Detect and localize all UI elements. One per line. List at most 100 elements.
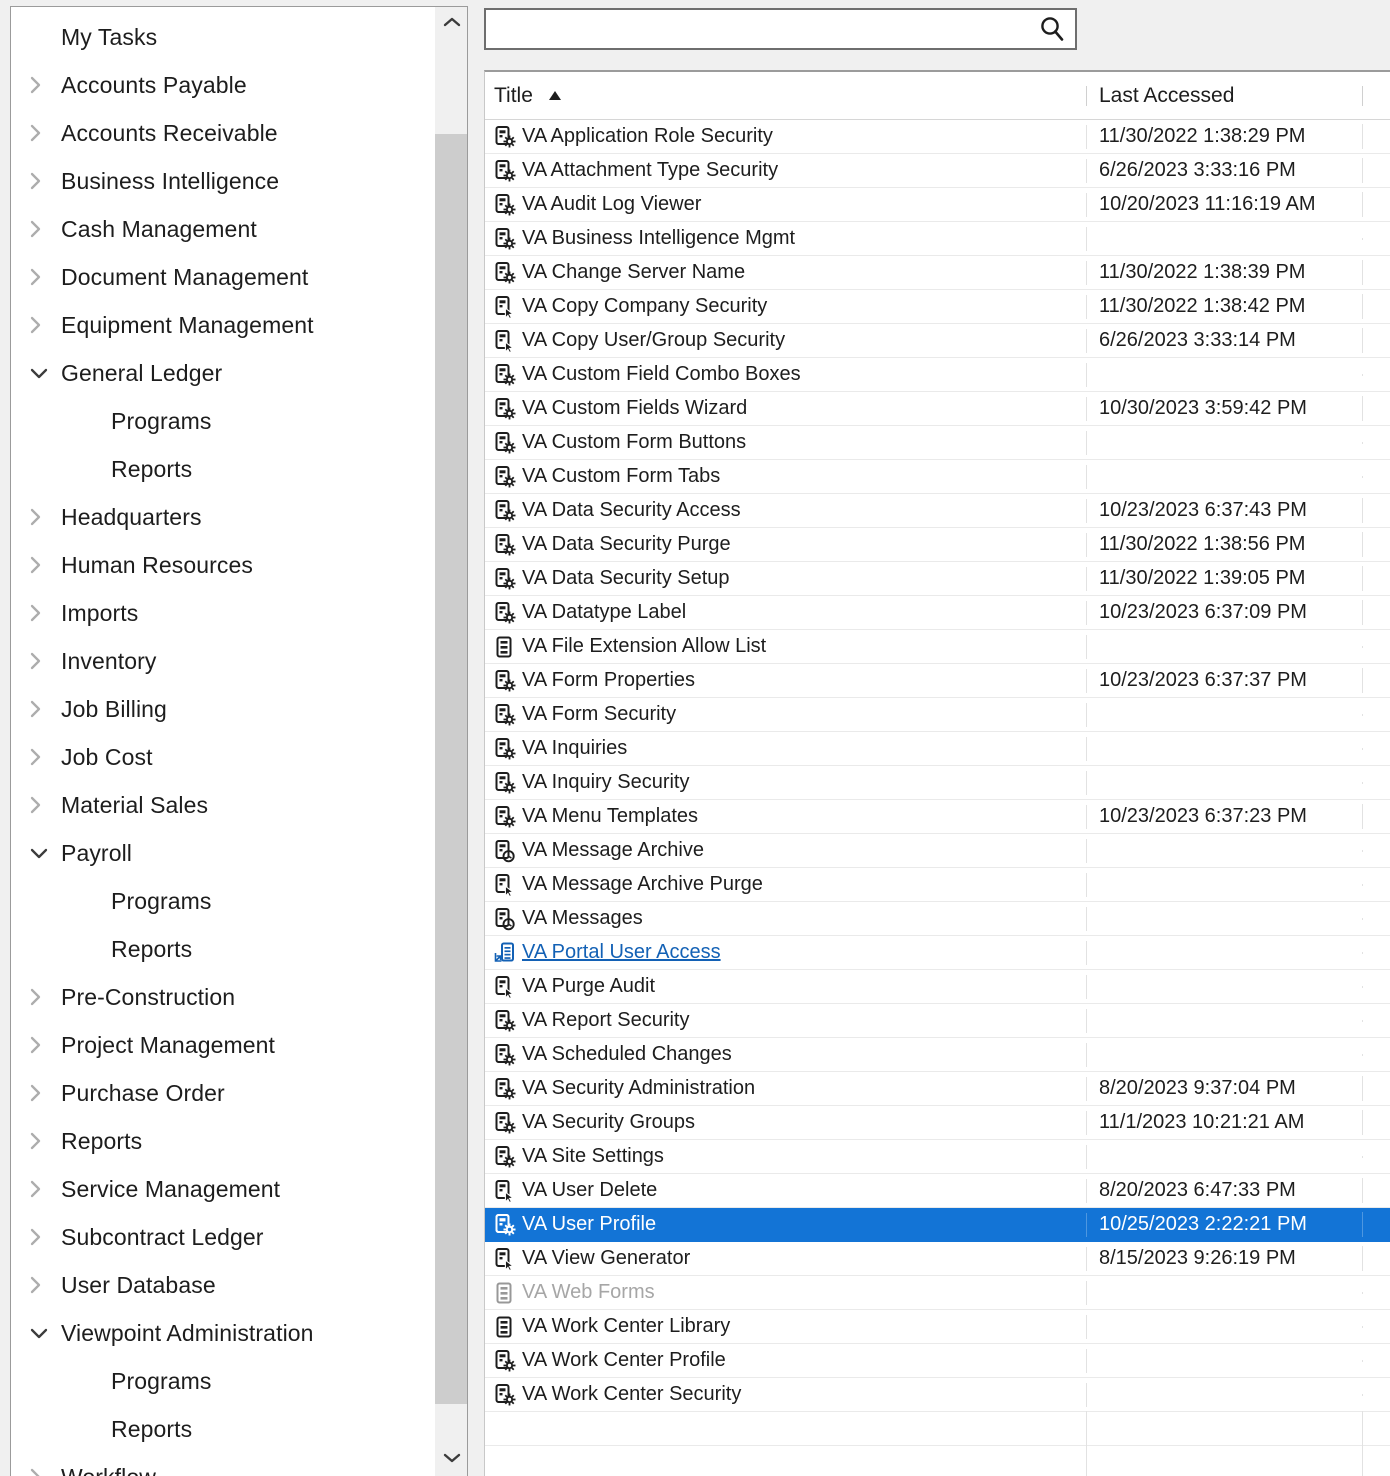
table-row[interactable]: VA Inquiries (485, 732, 1390, 766)
cell-title[interactable]: VA Data Security Access (485, 498, 1087, 523)
sidebar-item-inventory[interactable]: Inventory (11, 637, 435, 685)
cell-title[interactable]: VA Application Role Security (485, 124, 1087, 149)
sidebar-item-user-database[interactable]: User Database (11, 1261, 435, 1309)
chevron-right-icon[interactable] (29, 651, 61, 671)
grid-body[interactable]: VA Application Role Security 11/30/2022 1… (485, 120, 1390, 1412)
table-row[interactable]: VA Site Settings (485, 1140, 1390, 1174)
sidebar-item-viewpoint-administration[interactable]: Viewpoint Administration (11, 1309, 435, 1357)
chevron-right-icon[interactable] (29, 267, 61, 287)
chevron-down-icon[interactable] (29, 846, 61, 860)
cell-title[interactable]: VA Inquiry Security (485, 770, 1087, 795)
sidebar-item-document-management[interactable]: Document Management (11, 253, 435, 301)
sidebar-item-human-resources[interactable]: Human Resources (11, 541, 435, 589)
chevron-right-icon[interactable] (29, 123, 61, 143)
table-row[interactable]: VA Attachment Type Security 6/26/2023 3:3… (485, 154, 1390, 188)
cell-title[interactable]: VA Custom Form Buttons (485, 430, 1087, 455)
sidebar-item-reports[interactable]: Reports (11, 1117, 435, 1165)
cell-title[interactable]: VA Work Center Security (485, 1382, 1087, 1407)
search-icon[interactable] (1029, 10, 1075, 48)
table-row[interactable]: VA Purge Audit (485, 970, 1390, 1004)
cell-title[interactable]: VA Data Security Setup (485, 566, 1087, 591)
chevron-right-icon[interactable] (29, 987, 61, 1007)
cell-title[interactable]: VA Form Security (485, 702, 1087, 727)
cell-title[interactable]: VA User Delete (485, 1178, 1087, 1203)
table-row[interactable]: VA Security Groups 11/1/2023 10:21:21 AM (485, 1106, 1390, 1140)
cell-title[interactable]: VA Custom Field Combo Boxes (485, 362, 1087, 387)
cell-title[interactable]: VA User Profile (485, 1212, 1087, 1237)
sidebar-item-job-billing[interactable]: Job Billing (11, 685, 435, 733)
chevron-down-icon[interactable] (29, 1326, 61, 1340)
sidebar-item-list[interactable]: My Tasks Accounts Payable Accounts Receiva… (11, 13, 435, 1476)
chevron-right-icon[interactable] (29, 75, 61, 95)
sidebar-item-programs[interactable]: Programs (11, 1357, 435, 1405)
cell-title[interactable]: VA Audit Log Viewer (485, 192, 1087, 217)
cell-title[interactable]: VA Change Server Name (485, 260, 1087, 285)
cell-title[interactable]: VA Data Security Purge (485, 532, 1087, 557)
table-row[interactable]: VA Inquiry Security (485, 766, 1390, 800)
table-row[interactable]: VA Security Administration 8/20/2023 9:37… (485, 1072, 1390, 1106)
cell-title[interactable]: VA Message Archive Purge (485, 872, 1087, 897)
chevron-right-icon[interactable] (29, 795, 61, 815)
table-row[interactable]: VA Form Properties 10/23/2023 6:37:37 PM (485, 664, 1390, 698)
table-row[interactable]: VA Application Role Security 11/30/2022 1… (485, 120, 1390, 154)
chevron-right-icon[interactable] (29, 699, 61, 719)
search-input[interactable] (486, 10, 1029, 48)
table-row[interactable]: VA Data Security Setup 11/30/2022 1:39:05… (485, 562, 1390, 596)
cell-title[interactable]: VA Web Forms (485, 1280, 1087, 1305)
cell-title[interactable]: VA Work Center Profile (485, 1348, 1087, 1373)
table-row[interactable]: VA Form Security (485, 698, 1390, 732)
table-row[interactable]: VA Menu Templates 10/23/2023 6:37:23 PM (485, 800, 1390, 834)
chevron-right-icon[interactable] (29, 1179, 61, 1199)
cell-title[interactable]: VA View Generator (485, 1246, 1087, 1271)
row-title-label[interactable]: VA Portal User Access (522, 941, 721, 964)
cell-title[interactable]: VA Report Security (485, 1008, 1087, 1033)
sidebar-item-business-intelligence[interactable]: Business Intelligence (11, 157, 435, 205)
table-row[interactable]: VA Copy User/Group Security 6/26/2023 3:3… (485, 324, 1390, 358)
sidebar-item-pre-construction[interactable]: Pre-Construction (11, 973, 435, 1021)
table-row[interactable]: VA Business Intelligence Mgmt (485, 222, 1390, 256)
sidebar-item-workflow[interactable]: Workflow (11, 1453, 435, 1476)
sidebar-item-programs[interactable]: Programs (11, 397, 435, 445)
cell-title[interactable]: VA Site Settings (485, 1144, 1087, 1169)
sidebar-item-subcontract-ledger[interactable]: Subcontract Ledger (11, 1213, 435, 1261)
chevron-right-icon[interactable] (29, 603, 61, 623)
table-row[interactable]: VA Scheduled Changes (485, 1038, 1390, 1072)
table-row[interactable]: VA Message Archive Purge (485, 868, 1390, 902)
cell-title[interactable]: VA Inquiries (485, 736, 1087, 761)
search-box[interactable] (484, 8, 1077, 50)
cell-title[interactable]: VA Custom Fields Wizard (485, 396, 1087, 421)
sidebar-item-accounts-receivable[interactable]: Accounts Receivable (11, 109, 435, 157)
table-row[interactable]: VA Change Server Name 11/30/2022 1:38:39 … (485, 256, 1390, 290)
table-row[interactable]: VA Data Security Access 10/23/2023 6:37:4… (485, 494, 1390, 528)
sidebar-item-reports[interactable]: Reports (11, 1405, 435, 1453)
chevron-right-icon[interactable] (29, 1275, 61, 1295)
sidebar-item-headquarters[interactable]: Headquarters (11, 493, 435, 541)
table-row[interactable]: VA Portal User Access (485, 936, 1390, 970)
sidebar-item-programs[interactable]: Programs (11, 877, 435, 925)
table-row[interactable]: VA Copy Company Security 11/30/2022 1:38:… (485, 290, 1390, 324)
table-row[interactable]: VA Messages (485, 902, 1390, 936)
cell-title[interactable]: VA Purge Audit (485, 974, 1087, 999)
table-row[interactable]: VA Work Center Library (485, 1310, 1390, 1344)
table-row[interactable]: VA Message Archive (485, 834, 1390, 868)
sidebar-item-material-sales[interactable]: Material Sales (11, 781, 435, 829)
chevron-right-icon[interactable] (29, 315, 61, 335)
cell-title[interactable]: VA Messages (485, 906, 1087, 931)
cell-title[interactable]: VA Datatype Label (485, 600, 1087, 625)
chevron-right-icon[interactable] (29, 1131, 61, 1151)
table-row[interactable]: VA Work Center Profile (485, 1344, 1390, 1378)
table-row[interactable]: VA User Profile 10/25/2023 2:22:21 PM (485, 1208, 1390, 1242)
scroll-up-button[interactable] (435, 7, 467, 40)
sidebar-item-job-cost[interactable]: Job Cost (11, 733, 435, 781)
sidebar-scrollbar[interactable] (434, 7, 467, 1476)
table-row[interactable]: VA Web Forms (485, 1276, 1390, 1310)
chevron-right-icon[interactable] (29, 219, 61, 239)
scroll-down-button[interactable] (435, 1443, 467, 1476)
sidebar-item-reports[interactable]: Reports (11, 445, 435, 493)
table-row[interactable]: VA Data Security Purge 11/30/2022 1:38:56… (485, 528, 1390, 562)
table-row[interactable]: VA Custom Field Combo Boxes (485, 358, 1390, 392)
chevron-right-icon[interactable] (29, 1227, 61, 1247)
sidebar-item-imports[interactable]: Imports (11, 589, 435, 637)
cell-title[interactable]: VA Business Intelligence Mgmt (485, 226, 1087, 251)
sidebar-item-general-ledger[interactable]: General Ledger (11, 349, 435, 397)
